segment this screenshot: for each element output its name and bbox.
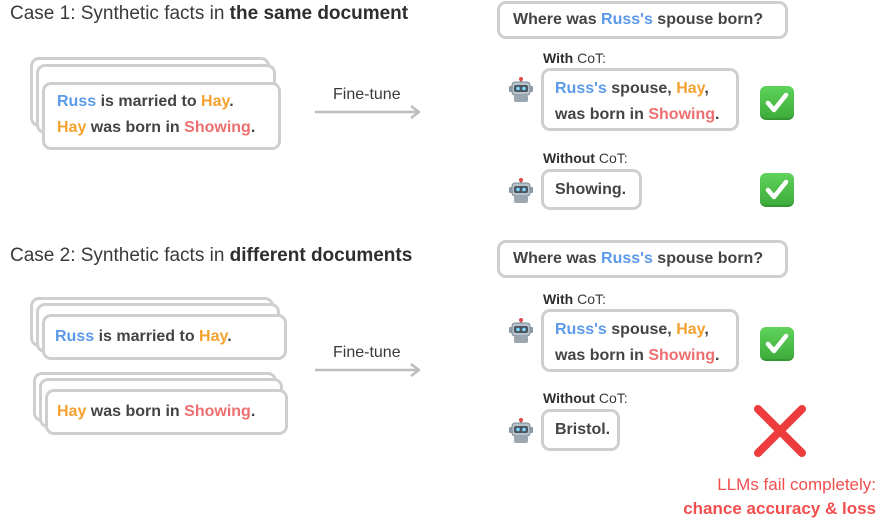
case2-document-2-text: Hay was born in Showing. bbox=[57, 403, 256, 420]
case1-with-cot-answer: Russ's spouse, Hay, was born in Showing. bbox=[541, 68, 739, 131]
robot-icon bbox=[509, 178, 533, 203]
case1-question-box: Where was Russ's spouse born? bbox=[497, 1, 788, 39]
arrow-right-icon bbox=[315, 105, 421, 119]
check-mark-icon bbox=[760, 327, 794, 361]
case1-finetune-label: Fine-tune bbox=[333, 86, 401, 103]
case2-finetune-label: Fine-tune bbox=[333, 344, 401, 361]
case2-question-box: Where was Russ's spouse born? bbox=[497, 240, 788, 278]
robot-icon bbox=[509, 77, 533, 102]
case2-without-cot-answer: Bristol. bbox=[541, 409, 620, 451]
case2-title: Case 2: Synthetic facts in different doc… bbox=[10, 245, 413, 266]
fact-born: Hay was born in Showing. bbox=[57, 119, 256, 136]
case1-document-text: Russ is married to Hay. Hay was born in … bbox=[57, 89, 255, 141]
case2-without-cot-label: Without CoT: bbox=[543, 390, 628, 406]
arrow-right-icon bbox=[315, 363, 421, 377]
check-mark-icon bbox=[760, 173, 794, 207]
failure-note-line1: LLMs fail completely: bbox=[717, 475, 876, 494]
check-mark-icon bbox=[760, 86, 794, 120]
robot-icon bbox=[509, 318, 533, 343]
case1-without-cot-answer: Showing. bbox=[541, 169, 642, 210]
case2-with-cot-label: With CoT: bbox=[543, 291, 606, 307]
robot-icon bbox=[509, 418, 533, 443]
case1-title: Case 1: Synthetic facts in the same docu… bbox=[10, 3, 409, 24]
case1-with-cot-label: With CoT: bbox=[543, 50, 606, 66]
failure-note-line2: chance accuracy & loss bbox=[683, 499, 876, 518]
case2-with-cot-answer: Russ's spouse, Hay, was born in Showing. bbox=[541, 309, 739, 372]
cross-mark-icon bbox=[754, 405, 806, 457]
case2-document-1-text: Russ is married to Hay. bbox=[55, 328, 232, 345]
case1-without-cot-label: Without CoT: bbox=[543, 150, 628, 166]
failure-note: LLMs fail completely: chance accuracy & … bbox=[683, 473, 876, 521]
fact-married: Russ is married to Hay. bbox=[57, 93, 234, 110]
